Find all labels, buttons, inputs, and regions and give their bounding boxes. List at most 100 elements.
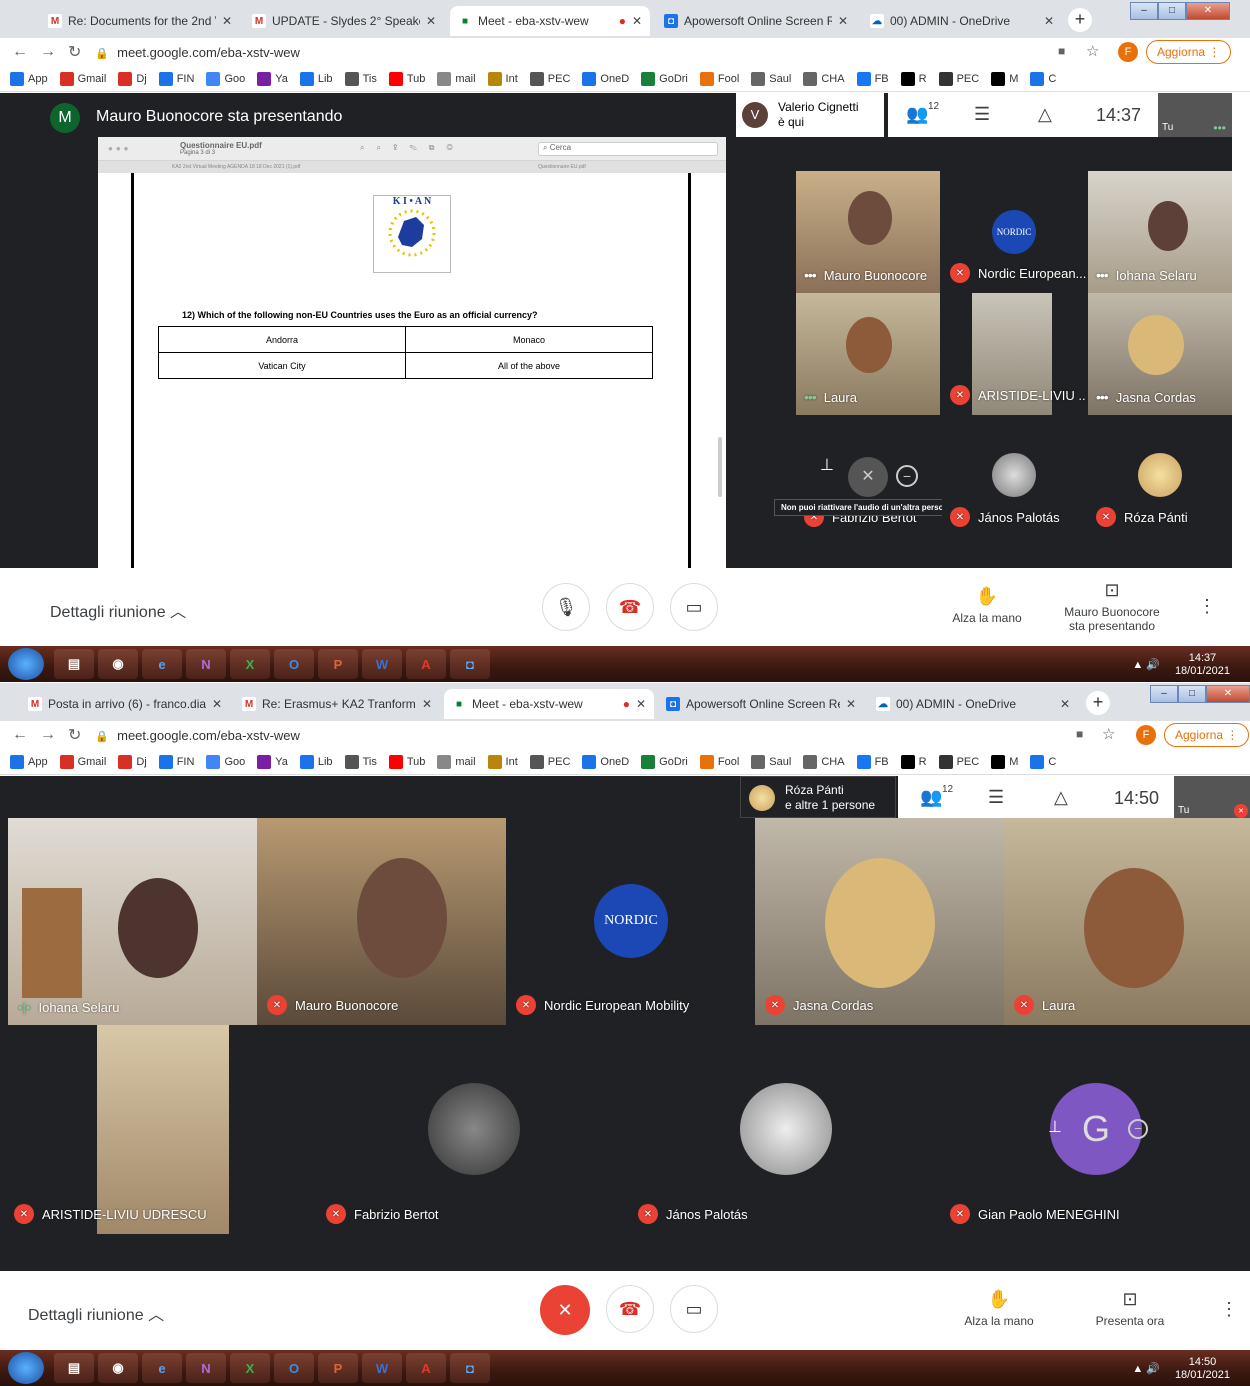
meeting-details[interactable]: Dettagli riunione ︿ [28,1301,164,1325]
people-icon[interactable]: 👥 [920,787,942,808]
camera-icon[interactable]: ■ [1076,727,1083,741]
tab-meet[interactable]: ■ Meet - eba-xstv-wew ● ✕ [444,689,654,719]
people-icon[interactable]: 👥 [906,104,928,125]
bookmark-fb[interactable]: FB [856,71,889,86]
onenote-icon[interactable]: N [186,649,226,679]
raise-hand-button[interactable]: ✋ Alza la mano [956,1289,1042,1328]
participant-tile[interactable]: NORDIC ✕ Nordic European... [942,171,1086,293]
presenting-button[interactable]: ⊡ Mauro Buonocore sta presentando [1052,580,1172,633]
ie-icon[interactable]: e [142,1353,182,1383]
camera-button[interactable]: ▭ [670,583,718,631]
close-icon[interactable]: ✕ [222,14,232,28]
bookmark-saul[interactable]: Saul [751,754,791,769]
bookmark-pec[interactable]: PEC [529,754,570,769]
participant-tile[interactable]: ✕ ARISTIDE-LIVIU UDRESCU [8,1025,320,1234]
present-now-button[interactable]: ⊡ Presenta ora [1080,1289,1180,1328]
word-icon[interactable]: W [362,649,402,679]
tab-4[interactable]: ◘ Apowersoft Online Screen Reco✕ [656,6,856,36]
close-icon[interactable]: ✕ [422,697,432,711]
more-icon[interactable]: ••• [804,267,817,283]
maximize-icon[interactable]: □ [1178,685,1206,703]
profile-avatar[interactable]: F [1136,725,1156,745]
tab-1[interactable]: M Re: Documents for the 2nd VIRT✕ [40,6,240,36]
close-icon[interactable]: ✕ [1044,14,1054,28]
close-icon[interactable]: ✕ [212,697,222,711]
participant-tile[interactable]: ••• Laura [796,293,940,415]
hangup-button[interactable]: ☎ [606,583,654,631]
url-field[interactable]: 🔒 meet.google.com/eba-xstv-wew [95,728,300,743]
pin-icon[interactable]: ⊥ [820,455,834,475]
bookmark-dj[interactable]: Dj [118,71,147,86]
bookmark-c[interactable]: C [1030,71,1056,86]
camera-button[interactable]: ▭ [670,1285,718,1333]
close-icon[interactable]: ✕ [846,697,856,711]
activities-icon[interactable]: △ [1054,787,1068,808]
participant-tile[interactable]: ⊥ ✕ − ✕ Fabrizio Bertot [796,415,940,537]
participant-tile[interactable]: ✕ Róza Pánti [1088,415,1232,537]
tab-2[interactable]: M UPDATE - Slydes 2° Speaker - to✕ [244,6,444,36]
mute-button[interactable]: ✕ [848,457,888,497]
chrome-icon[interactable]: ◉ [98,1353,138,1383]
system-clock[interactable]: 14:50 18/01/2021 [1175,1356,1230,1382]
more-icon[interactable]: ••• [1096,267,1109,283]
maximize-icon[interactable]: □ [1158,2,1186,20]
remove-icon[interactable]: − [1128,1119,1148,1139]
volume-icon[interactable]: ▲ 🔊 [1132,658,1160,671]
bookmark-int[interactable]: Int [487,71,518,86]
pin-icon[interactable]: ⊥ [1048,1117,1062,1137]
bookmark-pec[interactable]: PEC [938,71,979,86]
bookmark-tis[interactable]: Tis [344,71,377,86]
bookmark-ya[interactable]: Ya [257,71,288,86]
participant-tile[interactable]: ••• Jasna Cordas [1088,293,1232,415]
bookmark-m[interactable]: M [991,71,1018,86]
back-icon[interactable]: ← [12,726,28,744]
bookmark-fool[interactable]: Fool [699,71,739,86]
bookmark-gmail[interactable]: Gmail [59,71,106,86]
bookmark-cha[interactable]: CHA [803,71,845,86]
mic-button[interactable]: 🎙 [542,583,590,631]
mic-off-button[interactable]: ✕ [540,1285,590,1335]
participant-tile[interactable]: ✕ Fabrizio Bertot [320,1025,632,1234]
word-icon[interactable]: W [362,1353,402,1383]
powerpoint-icon[interactable]: P [318,1353,358,1383]
close-icon[interactable]: ✕ [632,14,642,28]
system-clock[interactable]: 14:37 18/01/2021 [1175,652,1230,678]
participant-tile[interactable]: ✕ Jasna Cordas [755,818,1004,1025]
more-options-icon[interactable]: ⋮ [1198,596,1216,617]
bookmark-cha[interactable]: CHA [803,754,845,769]
recorder-icon[interactable]: ◘ [450,1353,490,1383]
bookmark-godri[interactable]: GoDri [641,71,688,86]
excel-icon[interactable]: X [230,649,270,679]
bookmark-c[interactable]: C [1030,754,1056,769]
bookmark-tub[interactable]: Tub [388,71,425,86]
participant-tile[interactable]: ••• Iohana Selaru [1088,171,1232,293]
excel-icon[interactable]: X [230,1353,270,1383]
recorder-icon[interactable]: ◘ [450,649,490,679]
bookmark-mail[interactable]: mail [437,754,476,769]
minimize-icon[interactable]: – [1130,2,1158,20]
reload-icon[interactable]: ↻ [68,42,81,62]
meeting-details[interactable]: Dettagli riunione ︿ [50,598,186,622]
close-icon[interactable]: ✕ [636,697,646,711]
bookmark-lib[interactable]: Lib [299,754,333,769]
acrobat-icon[interactable]: A [406,1353,446,1383]
powerpoint-icon[interactable]: P [318,649,358,679]
start-button[interactable] [8,1352,44,1384]
participant-tile[interactable]: ••• Mauro Buonocore [796,171,940,293]
volume-icon[interactable]: ▲ 🔊 [1132,1362,1160,1375]
bookmark-fool[interactable]: Fool [699,754,739,769]
star-icon[interactable]: ☆ [1102,725,1115,743]
bookmark-oned[interactable]: OneD [582,71,629,86]
participant-tile[interactable]: ✕ Mauro Buonocore [257,818,506,1025]
participant-tile[interactable]: NORDIC ✕ Nordic European Mobility [506,818,755,1025]
tab-2[interactable]: M Re: Erasmus+ KA2 Tranformativ✕ [234,689,440,719]
reload-icon[interactable]: ↻ [68,725,81,745]
chat-icon[interactable]: ☰ [974,104,990,125]
start-button[interactable] [8,648,44,680]
participant-tile[interactable]: ✕ János Palotás [632,1025,944,1234]
pdf-scrollbar[interactable] [718,437,722,497]
outlook-icon[interactable]: O [274,1353,314,1383]
bookmark-fb[interactable]: FB [856,754,889,769]
star-icon[interactable]: ☆ [1086,42,1099,60]
participant-tile[interactable]: ✕ János Palotás [942,415,1086,537]
